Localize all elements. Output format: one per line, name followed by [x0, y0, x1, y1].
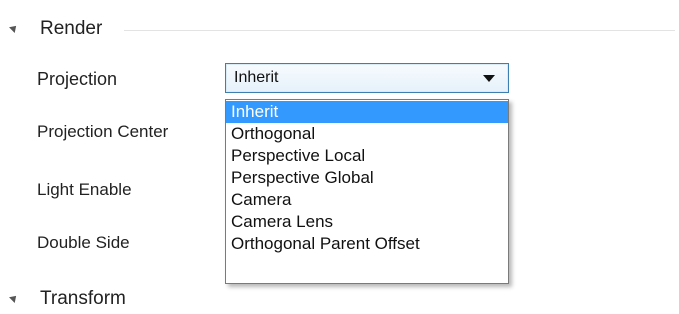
render-section-header[interactable]: Render: [9, 18, 675, 48]
projection-dropdown-list[interactable]: Inherit Orthogonal Perspective Local Per…: [225, 99, 509, 284]
projection-selected-value: Inherit: [234, 69, 279, 86]
dropdown-option-orthogonal-parent-offset[interactable]: Orthogonal Parent Offset: [226, 233, 508, 255]
projection-center-label: Projection Center: [37, 122, 169, 141]
double-side-label: Double Side: [37, 233, 130, 252]
dropdown-option-orthogonal[interactable]: Orthogonal: [226, 123, 508, 145]
dropdown-option-inherit[interactable]: Inherit: [226, 101, 508, 123]
transform-section-title: Transform: [40, 288, 126, 309]
dropdown-arrow-icon[interactable]: [483, 75, 495, 82]
collapse-arrow-icon[interactable]: [9, 23, 19, 33]
projection-combobox[interactable]: Inherit: [225, 63, 509, 93]
section-divider: [124, 30, 675, 31]
transform-section-header[interactable]: Transform: [9, 288, 230, 314]
render-section-title: Render: [40, 18, 103, 39]
projection-label: Projection: [37, 69, 118, 89]
dropdown-option-perspective-local[interactable]: Perspective Local: [226, 145, 508, 167]
dropdown-option-perspective-global[interactable]: Perspective Global: [226, 167, 508, 189]
collapse-arrow-icon[interactable]: [9, 293, 19, 303]
dropdown-option-camera[interactable]: Camera: [226, 189, 508, 211]
light-enable-label: Light Enable: [37, 180, 132, 199]
dropdown-option-camera-lens[interactable]: Camera Lens: [226, 211, 508, 233]
